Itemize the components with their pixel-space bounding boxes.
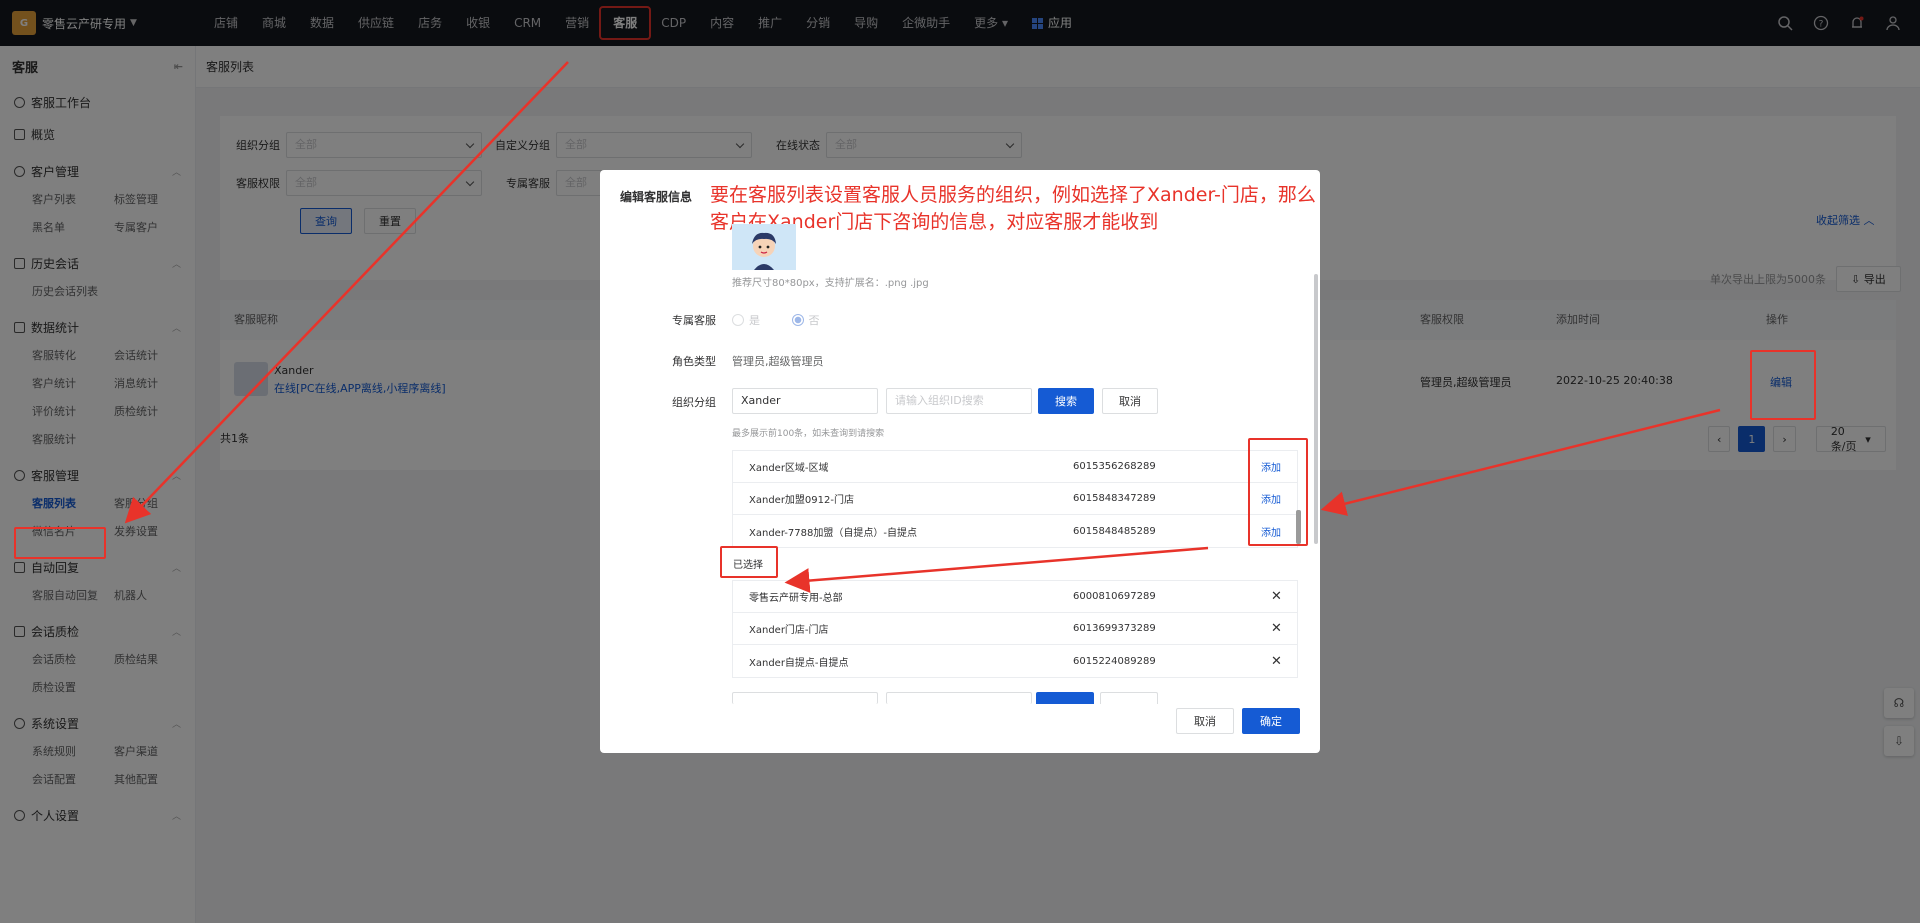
close-icon[interactable]: ✕ [1271,621,1282,636]
agent-avatar-image[interactable] [732,224,796,270]
confirm-button[interactable]: 确定 [1242,708,1300,734]
next-field-search-button[interactable] [1036,692,1094,704]
next-field-input[interactable] [886,692,1032,704]
list-item: Xander区域-区域 6015356268289 添加 [733,451,1297,483]
org-search-cancel-button[interactable]: 取消 [1102,388,1158,414]
candidate-org-list: Xander区域-区域 6015356268289 添加 Xander加盟091… [732,450,1298,548]
list-item: Xander加盟0912-门店 6015848347289 添加 [733,483,1297,515]
org-name: 零售云产研专用-总部 [749,593,843,604]
org-name: Xander-7788加盟（自提点）-自提点 [749,527,917,539]
dialog-scrollbar[interactable] [1314,274,1318,544]
annotation-text: 要在客服列表设置客服人员服务的组织，例如选择了Xander-门店，那么客户在Xa… [710,184,1316,233]
list-item: Xander-7788加盟（自提点）-自提点 6015848485289 添加 [733,515,1297,547]
org-name: Xander门店-门店 [749,625,829,636]
role-label: 角色类型 [672,355,716,368]
edit-agent-dialog: 编辑客服信息 要在客服列表设置客服人员服务的组织，例如选择了Xander-门店，… [600,170,1320,753]
org-id: 6000810697289 [1073,591,1156,602]
selected-org-list: 零售云产研专用-总部 6000810697289 ✕ Xander门店-门店 6… [732,580,1298,678]
org-id-search-input[interactable]: 请输入组织ID搜索 [886,388,1032,414]
highlight-add-buttons [1248,438,1308,546]
close-icon[interactable]: ✕ [1271,589,1282,604]
dialog-title: 编辑客服信息 [620,190,693,204]
list-item: Xander自提点-自提点 6015224089289 ✕ [733,645,1297,677]
radio-no[interactable]: 否 [791,314,820,327]
radio-circle [732,314,744,326]
org-name: Xander加盟0912-门店 [749,495,854,506]
radio-yes-label: 是 [749,314,760,327]
exclusive-label: 专属客服 [672,314,716,327]
exclusive-radio-group: 是 否 [732,312,820,328]
org-id: 6015848485289 [1073,525,1156,537]
cancel-button[interactable]: 取消 [1176,708,1234,734]
list-item: 零售云产研专用-总部 6000810697289 ✕ [733,581,1297,613]
role-value: 管理员,超级管理员 [732,355,824,368]
radio-no-label: 否 [808,314,820,327]
org-id: 6015224089289 [1073,655,1156,667]
radio-circle-checked [791,314,804,326]
org-name-search-input[interactable]: Xander [732,388,878,414]
highlight-agent-list [14,527,106,559]
org-id: 6015848347289 [1073,493,1156,504]
highlight-selected-label [720,546,778,578]
list-item: Xander门店-门店 6013699373289 ✕ [733,613,1297,645]
org-name: Xander区域-区域 [749,463,829,474]
avatar-hint: 推荐尺寸80*80px，支持扩展名：.png .jpg [732,278,929,289]
org-search-button[interactable]: 搜索 [1038,388,1094,414]
next-field-cancel-button[interactable] [1100,692,1158,704]
highlight-edit-link [1750,350,1816,420]
org-id: 6013699373289 [1073,623,1156,634]
org-id: 6015356268289 [1073,461,1156,472]
org-group-label: 组织分组 [672,396,716,409]
close-icon[interactable]: ✕ [1271,654,1282,669]
radio-yes[interactable]: 是 [732,314,760,327]
search-hint: 最多展示前100条，如未查询到请搜索 [732,429,885,439]
org-name: Xander自提点-自提点 [749,657,849,669]
next-field-input[interactable] [732,692,878,704]
